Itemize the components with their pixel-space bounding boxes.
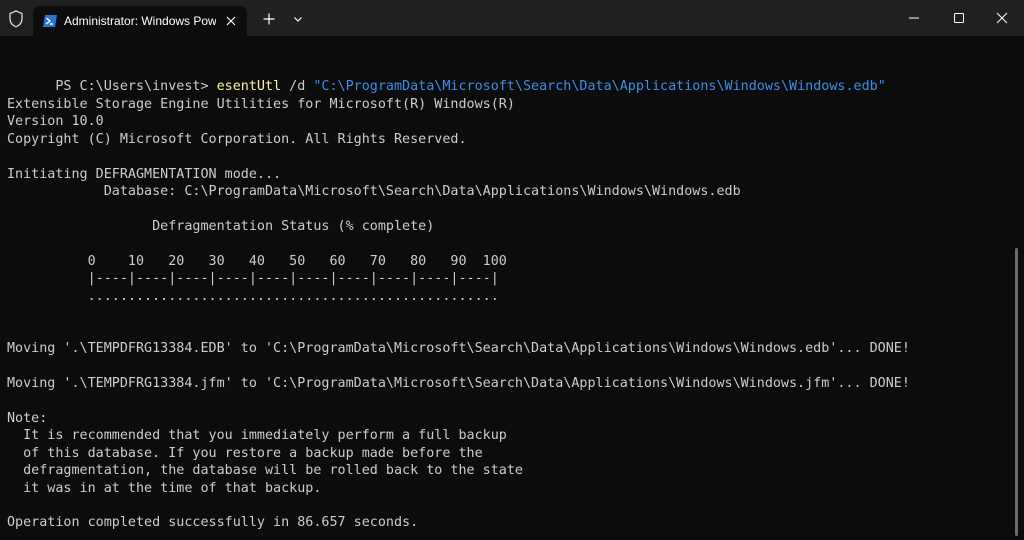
chevron-down-icon[interactable]	[288, 9, 308, 29]
output-line: Initiating DEFRAGMENTATION mode...	[7, 167, 282, 182]
shield-icon	[6, 9, 26, 29]
tab-powershell[interactable]: Administrator: Windows PowerShell	[33, 6, 247, 36]
output-line: it was in at the time of that backup.	[7, 481, 322, 496]
output-line: Note:	[7, 411, 48, 426]
command-line: PS C:\Users\invest> esentUtl /d "C:\Prog…	[7, 61, 885, 94]
output-line: Moving '.\TEMPDFRG13384.EDB' to 'C:\Prog…	[7, 341, 910, 356]
output-line: It is recommended that you immediately p…	[7, 428, 507, 443]
output-line: Operation completed successfully in 86.6…	[7, 515, 419, 530]
terminal-output[interactable]: PS C:\Users\invest> esentUtl /d "C:\Prog…	[0, 36, 1024, 540]
prompt: PS C:\Users\invest>	[55, 79, 217, 94]
minimize-button[interactable]	[892, 0, 936, 36]
vertical-scrollbar[interactable]	[1015, 248, 1018, 536]
output-line: Database: C:\ProgramData\Microsoft\Searc…	[7, 184, 741, 199]
output-line: Extensible Storage Engine Utilities for …	[7, 97, 515, 112]
terminal-window: Administrator: Windows PowerShell	[0, 0, 1024, 540]
output-line: Copyright (C) Microsoft Corporation. All…	[7, 132, 467, 147]
minimize-icon	[909, 17, 919, 19]
command-switch: /d	[281, 79, 314, 94]
close-window-button[interactable]	[980, 0, 1024, 36]
close-icon	[996, 12, 1008, 24]
title-bar: Administrator: Windows PowerShell	[0, 0, 1024, 36]
output-line: Moving '.\TEMPDFRG13384.jfm' to 'C:\Prog…	[7, 376, 910, 391]
output-line: of this database. If you restore a backu…	[7, 446, 483, 461]
output-line: defragmentation, the database will be ro…	[7, 463, 523, 478]
output-line: Version 10.0	[7, 114, 104, 129]
plus-icon[interactable]	[259, 9, 279, 29]
powershell-icon	[42, 13, 58, 29]
maximize-button[interactable]	[937, 0, 981, 36]
maximize-icon	[954, 13, 964, 23]
progress-dots: ........................................…	[7, 289, 499, 304]
command-path: "C:\ProgramData\Microsoft\Search\Data\Ap…	[313, 79, 886, 94]
output-line: Defragmentation Status (% complete)	[7, 219, 435, 234]
progress-ruler: |----|----|----|----|----|----|----|----…	[7, 271, 499, 286]
close-icon[interactable]	[221, 11, 241, 31]
progress-scale: 0 10 20 30 40 50 60 70 80 90 100	[7, 254, 507, 269]
command-name: esentUtl	[216, 79, 282, 94]
tab-title: Administrator: Windows PowerShell	[64, 14, 216, 28]
